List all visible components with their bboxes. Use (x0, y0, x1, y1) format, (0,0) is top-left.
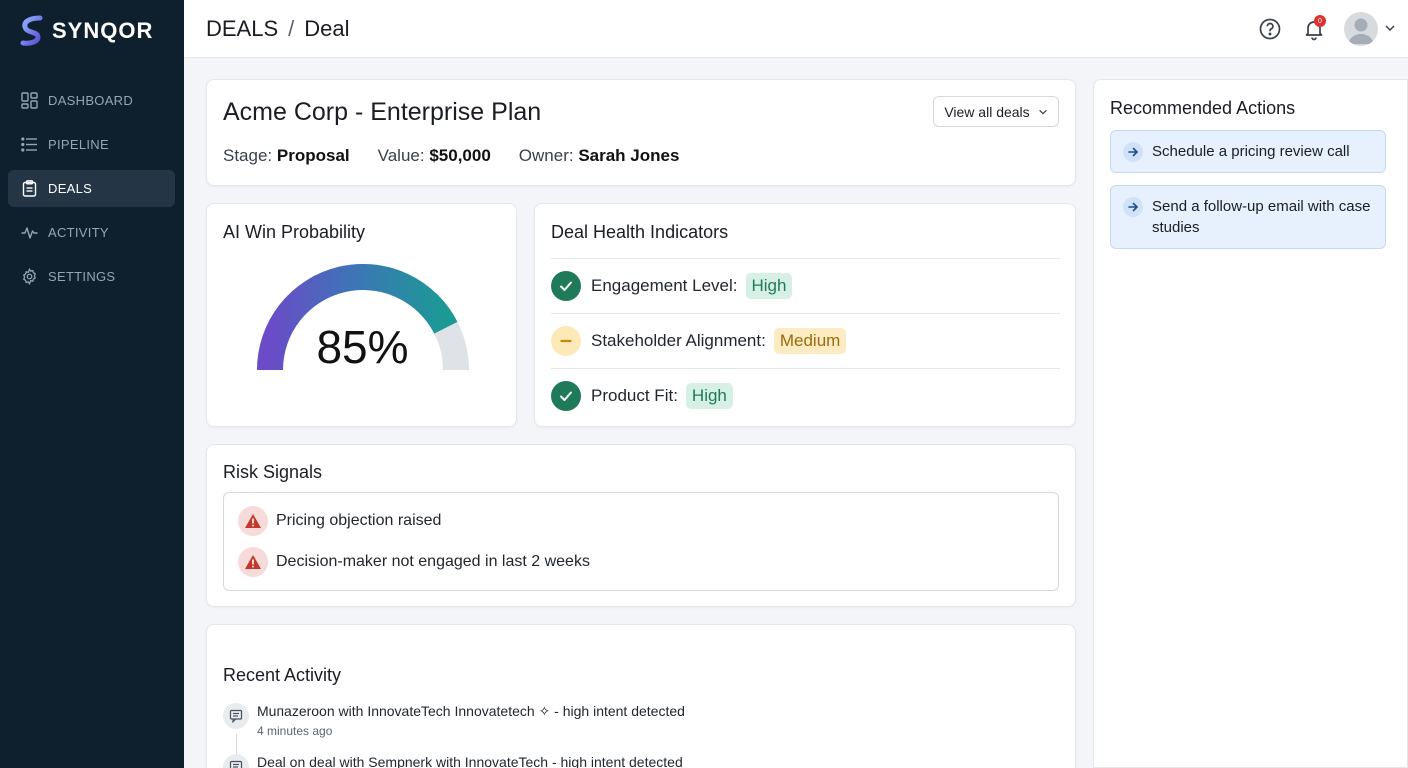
sidebar-item-label: SETTINGS (48, 269, 116, 284)
health-row-product-fit: Product Fit: High (551, 368, 1060, 423)
deal-stage-value: Proposal (276, 146, 350, 165)
win-probability-card: AI Win Probability 85% (206, 203, 517, 427)
risk-item: Decision-maker not engaged in last 2 wee… (238, 547, 590, 577)
dashboard-icon (20, 92, 38, 110)
deal-value-amount: $50,000 (429, 146, 491, 165)
health-label: Stakeholder Alignment: (591, 331, 766, 350)
logo-mark-icon (20, 15, 43, 46)
deal-health-title: Deal Health Indicators (551, 222, 729, 242)
sidebar-item-label: PIPELINE (48, 137, 109, 152)
sidebar: SYNQOR DASHBOARD PIPELINE DEALS ACTIVITY (0, 0, 184, 768)
recommended-action-text: Schedule a pricing review call (1152, 143, 1350, 160)
message-icon (223, 703, 249, 729)
breadcrumb-separator: / (288, 16, 295, 41)
win-probability-value: 85% (316, 321, 409, 373)
sidebar-item-settings[interactable]: SETTINGS (8, 258, 175, 295)
app-name: SYNQOR (52, 18, 154, 43)
recommended-action-text: Send a follow-up email with case studies (1152, 198, 1371, 236)
deal-owner-label: Owner: (518, 146, 574, 165)
notification-badge: 0 (1314, 15, 1326, 27)
sidebar-item-pipeline[interactable]: PIPELINE (8, 126, 175, 163)
minus-icon (551, 326, 581, 356)
top-header: DEALS / Deal 0 (184, 0, 1408, 58)
chevron-down-icon (1038, 109, 1047, 115)
arrow-right-icon (1123, 142, 1143, 162)
activity-suffix: ✧ - high intent detected (538, 703, 685, 719)
activity-suffix: - high intent detected (551, 754, 683, 768)
deal-owner-name: Sarah Jones (578, 146, 680, 165)
user-avatar-icon (1348, 18, 1374, 44)
check-icon (551, 381, 581, 411)
recent-activity-title: Recent Activity (223, 665, 342, 685)
recommended-actions-panel: Recommended Actions Schedule a pricing r… (1093, 79, 1408, 768)
deal-health-card: Deal Health Indicators Engagement Level:… (534, 203, 1076, 427)
health-badge: Medium (773, 328, 847, 354)
risk-signals-title: Risk Signals (223, 462, 323, 482)
sidebar-nav: DASHBOARD PIPELINE DEALS ACTIVITY SETTIN… (8, 82, 175, 302)
list-icon (20, 136, 38, 154)
recommended-actions-title: Recommended Actions (1110, 98, 1296, 118)
health-row-stakeholder: Stakeholder Alignment: Medium (551, 313, 1060, 368)
help-icon[interactable] (1258, 17, 1282, 41)
deal-summary-card: Acme Corp - Enterprise Plan Stage: Propo… (206, 79, 1076, 186)
health-row-engagement: Engagement Level: High (551, 258, 1060, 313)
message-icon (223, 754, 249, 768)
deal-meta: Stage: Proposal Value: $50,000 Owner: Sa… (223, 146, 679, 166)
warning-icon (238, 547, 268, 577)
risk-text: Pricing objection raised (276, 512, 442, 529)
activity-time: 4 minutes ago (257, 724, 333, 738)
deal-stage-label: Stage: (223, 146, 273, 165)
risk-signals-card: Risk Signals Pricing objection raised De… (206, 444, 1076, 607)
sidebar-item-deals[interactable]: DEALS (8, 170, 175, 207)
deal-value: Value: $50,000 (378, 146, 491, 166)
avatar[interactable] (1344, 12, 1378, 46)
activity-text: Muпazeroon with InnovateTech Innovatetec… (257, 703, 685, 720)
arrow-right-icon (1123, 197, 1143, 217)
health-label: Engagement Level: (591, 276, 738, 295)
activity-prefix: Deal on deal with Sempnerk with (257, 754, 461, 768)
breadcrumb-current: Deal (304, 16, 350, 41)
activity-item[interactable]: Deal on deal with Sempnerk with Innovate… (223, 754, 683, 768)
view-all-deals-label: View all deals (944, 103, 1030, 120)
view-all-deals-button[interactable]: View all deals (933, 96, 1059, 127)
activity-timeline-line (236, 734, 237, 754)
recent-activity-card: Recent Activity Muпazeroon with Innovate… (206, 624, 1076, 768)
risk-signals-list: Pricing objection raised Decision-maker … (223, 492, 1059, 591)
warning-icon (238, 506, 268, 536)
recommended-action-item[interactable]: Send a follow-up email with case studies (1110, 185, 1386, 249)
health-label: Product Fit: (591, 386, 678, 405)
app-logo[interactable]: SYNQOR (20, 14, 153, 48)
activity-text: Deal on deal with Sempnerk with Innovate… (257, 754, 683, 768)
health-badge: High (685, 383, 733, 409)
activity-company: InnovateTech Innovatetech (367, 703, 535, 719)
breadcrumb-section[interactable]: DEALS (206, 16, 278, 42)
recommended-action-item[interactable]: Schedule a pricing review call (1110, 130, 1386, 173)
sidebar-item-label: DASHBOARD (48, 93, 134, 108)
activity-prefix: Muпazeroon with (257, 703, 364, 719)
activity-item[interactable]: Muпazeroon with InnovateTech Innovatetec… (223, 703, 685, 738)
chevron-down-icon[interactable] (1384, 22, 1396, 34)
sidebar-item-dashboard[interactable]: DASHBOARD (8, 82, 175, 119)
clipboard-icon (20, 180, 38, 198)
deal-title: Acme Corp - Enterprise Plan (223, 98, 542, 126)
health-badge: High (745, 273, 793, 299)
risk-item: Pricing objection raised (238, 506, 441, 536)
deal-stage: Stage: Proposal (223, 146, 350, 166)
win-probability-title: AI Win Probability (223, 222, 366, 242)
activity-icon (20, 224, 38, 242)
deal-value-label: Value: (377, 146, 425, 165)
deal-owner: Owner: Sarah Jones (519, 146, 680, 166)
risk-text: Decision-maker not engaged in last 2 wee… (276, 553, 590, 570)
activity-company: InnovateTech (464, 754, 549, 768)
sidebar-item-label: ACTIVITY (48, 225, 109, 240)
gear-icon (20, 268, 38, 286)
sidebar-item-activity[interactable]: ACTIVITY (8, 214, 175, 251)
breadcrumb: DEALS / Deal (206, 16, 350, 42)
sidebar-item-label: DEALS (48, 181, 93, 196)
check-icon (551, 271, 581, 301)
